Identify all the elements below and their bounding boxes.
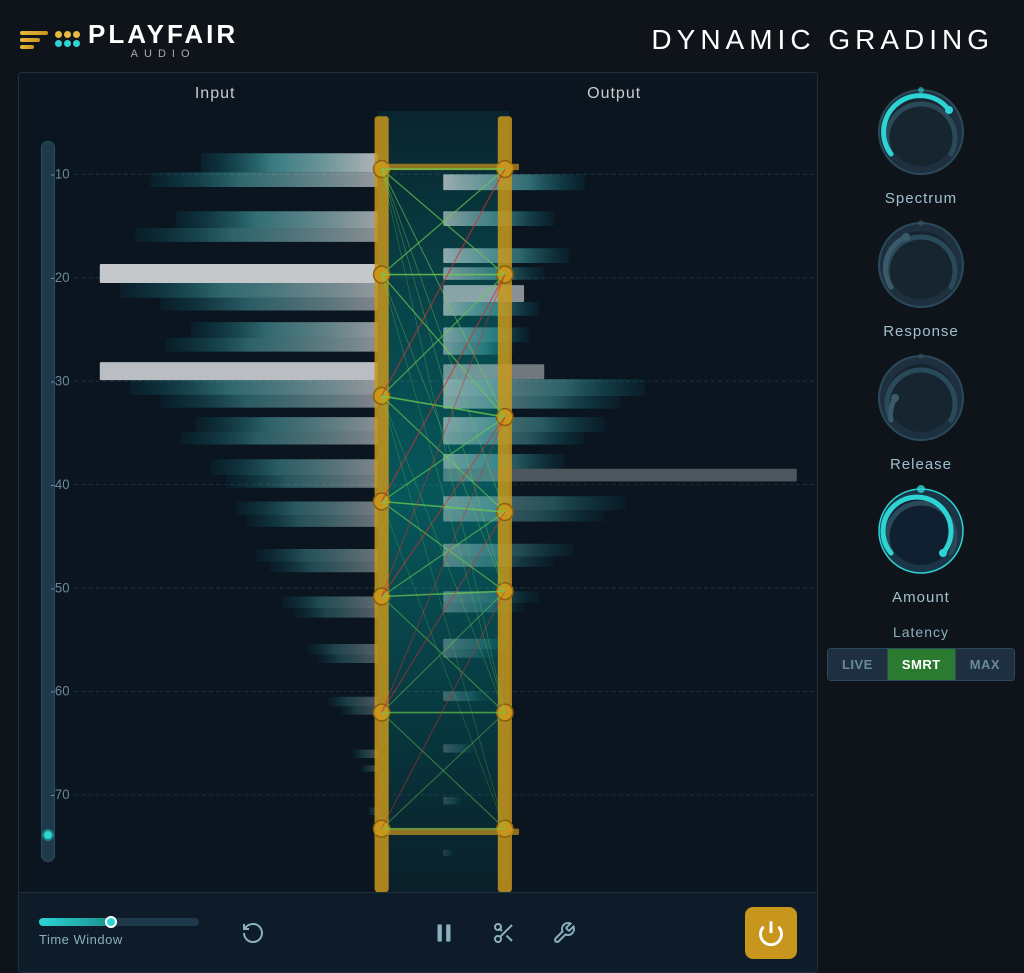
main-content: Input Output <box>0 72 1024 973</box>
release-knob-group: Release <box>871 348 971 473</box>
logo-line-2 <box>20 38 40 42</box>
logo-area: PLAYFAIR AUDIO <box>20 21 238 60</box>
logo-main-text: PLAYFAIR <box>88 21 238 47</box>
amount-knob-group: Amount <box>871 481 971 606</box>
latency-buttons: LIVE SMRT MAX <box>827 648 1015 681</box>
logo-dot-5 <box>64 40 71 47</box>
slider-thumb[interactable] <box>105 916 117 928</box>
svg-text:-60: -60 <box>51 683 70 698</box>
visualizer-svg: -10 -20 -30 -40 -50 -60 -70 <box>19 111 817 892</box>
visualizer-container: Input Output <box>18 72 818 973</box>
settings-button[interactable] <box>546 915 582 951</box>
header: PLAYFAIR AUDIO DYNAMIC GRADING <box>0 0 1024 72</box>
response-knob[interactable] <box>871 215 971 315</box>
time-window-area: Time Window <box>39 918 219 947</box>
logo-dot-1 <box>55 31 62 38</box>
right-panel: Spectrum Response <box>836 72 1006 973</box>
pause-button[interactable] <box>426 915 462 951</box>
latency-label: Latency <box>893 624 949 640</box>
response-knob-group: Response <box>871 215 971 340</box>
logo-dot-3 <box>73 31 80 38</box>
power-button[interactable] <box>745 907 797 959</box>
svg-text:-20: -20 <box>51 270 70 285</box>
viz-canvas: -10 -20 -30 -40 -50 -60 -70 <box>19 111 817 892</box>
latency-section: Latency LIVE SMRT MAX <box>836 624 1006 681</box>
viz-header: Input Output <box>19 73 817 111</box>
app-title: DYNAMIC GRADING <box>651 24 994 56</box>
logo-text: PLAYFAIR AUDIO <box>88 21 238 60</box>
spectrum-label: Spectrum <box>885 190 957 207</box>
logo-icon-lines <box>20 31 80 49</box>
amount-knob[interactable] <box>871 481 971 581</box>
logo-dot-2 <box>64 31 71 38</box>
logo-dots <box>55 31 80 47</box>
visualizer-panel: Input Output <box>18 72 818 973</box>
svg-text:-10: -10 <box>51 166 70 181</box>
release-knob[interactable] <box>871 348 971 448</box>
latency-smrt-button[interactable]: SMRT <box>888 649 955 680</box>
amount-label: Amount <box>892 589 950 606</box>
svg-text:-40: -40 <box>51 477 70 492</box>
slider-fill <box>39 918 111 926</box>
logo-dot-6 <box>73 40 80 47</box>
input-label: Input <box>195 85 236 103</box>
logo-dot-4 <box>55 40 62 47</box>
spectrum-knob-group: Spectrum <box>871 82 971 207</box>
time-window-label: Time Window <box>39 932 219 947</box>
center-icons <box>287 915 721 951</box>
spectrum-knob[interactable] <box>871 82 971 182</box>
svg-text:-70: -70 <box>51 787 70 802</box>
svg-text:-50: -50 <box>51 580 70 595</box>
response-label: Response <box>883 323 959 340</box>
reset-button[interactable] <box>235 915 271 951</box>
logo-sub-text: AUDIO <box>88 48 238 60</box>
latency-max-button[interactable]: MAX <box>955 649 1014 680</box>
logo-line-1 <box>20 31 48 35</box>
bottom-controls: Time Window <box>19 892 817 972</box>
time-window-slider[interactable] <box>39 918 199 926</box>
release-label: Release <box>890 456 952 473</box>
svg-text:-30: -30 <box>51 373 70 388</box>
output-label: Output <box>587 85 641 103</box>
cut-button[interactable] <box>486 915 522 951</box>
logo-line-3 <box>20 45 34 49</box>
latency-live-button[interactable]: LIVE <box>828 649 888 680</box>
